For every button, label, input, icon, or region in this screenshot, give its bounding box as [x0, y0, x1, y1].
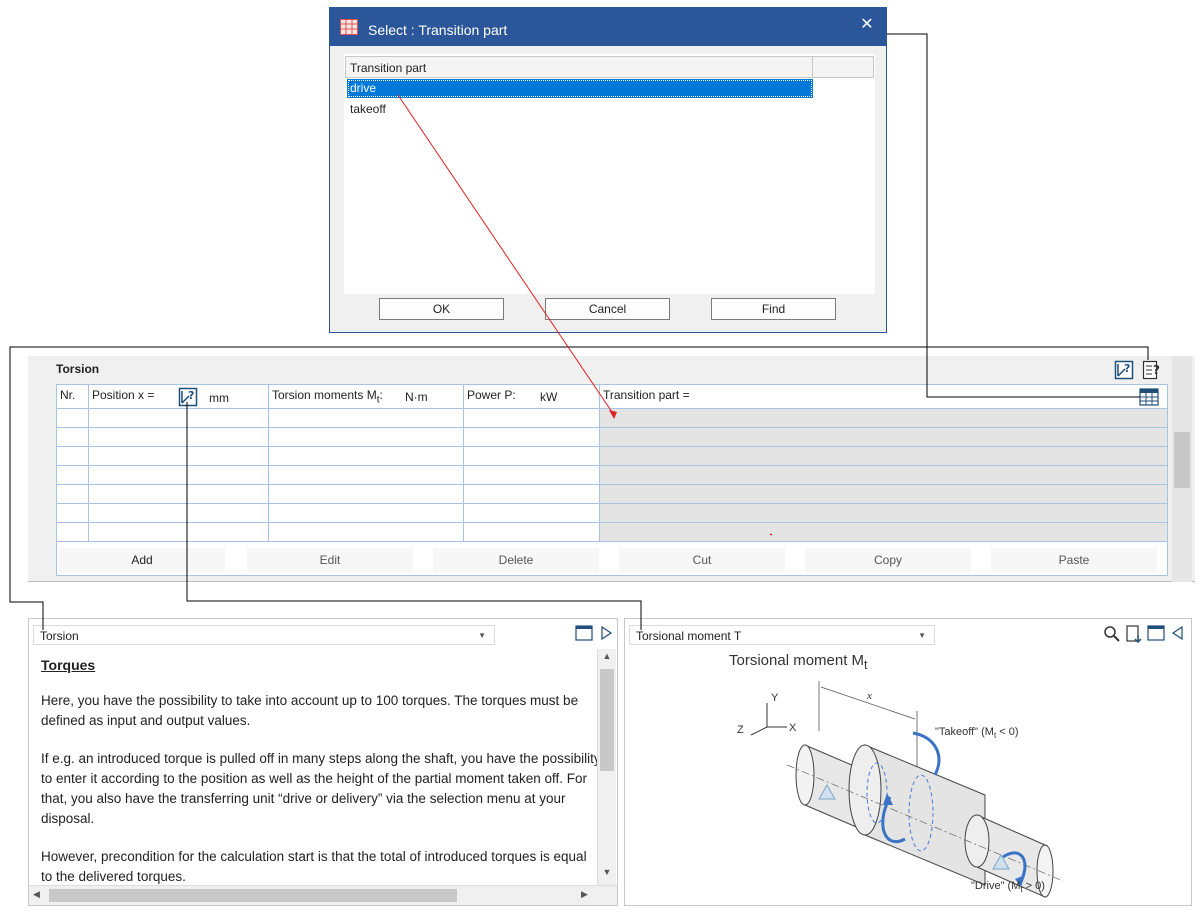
help-vertical-scrollbar[interactable]: ▲ ▼	[597, 649, 616, 885]
diagram-title: Torsional moment Mt	[729, 652, 868, 672]
moments-label: Torsion moments M	[272, 388, 377, 402]
document-help-icon[interactable]: ?	[1142, 360, 1162, 380]
edit-button[interactable]: Edit	[247, 548, 413, 572]
list-item-drive[interactable]: drive	[347, 79, 813, 98]
torsion-panel: Torsion ? ? Nr. Position x = mm ? Torsio…	[28, 356, 1195, 582]
chevron-down-icon: ▼	[918, 631, 926, 640]
panel-scrollbar-thumb[interactable]	[1174, 432, 1190, 488]
list-item-takeoff[interactable]: takeoff	[347, 100, 813, 119]
help-text: Torques Here, you have the possibility t…	[41, 655, 601, 887]
table-row[interactable]	[57, 523, 1167, 542]
table-row[interactable]	[57, 485, 1167, 504]
table-button-bar: Add Edit Delete Cut Copy Paste	[56, 542, 1168, 576]
svg-text:?: ?	[188, 389, 194, 402]
chevron-down-icon: ▼	[478, 631, 486, 640]
axis-x-label: X	[789, 722, 797, 734]
window-icon[interactable]	[1147, 625, 1165, 641]
table-row[interactable]	[57, 409, 1167, 428]
axis-y-label: Y	[771, 692, 779, 704]
column-header-transition-part: Transition part =	[600, 385, 1167, 409]
shaft-torsion-diagram: Y X Z x "Takeoff" (Mt < 0) "Drive" (Mt >…	[737, 681, 1064, 898]
column-header-nr: Nr.	[57, 385, 89, 409]
document-export-icon[interactable]	[1125, 625, 1143, 643]
input-help-icon[interactable]: ?	[178, 387, 198, 407]
takeoff-label-condition: < 0)	[996, 726, 1018, 738]
scroll-right-icon[interactable]: ▶	[581, 889, 588, 900]
copy-button[interactable]: Copy	[805, 548, 971, 572]
cancel-button[interactable]: Cancel	[545, 298, 670, 320]
column-header-torsion-moments: Torsion moments Mt: N·m	[269, 385, 464, 409]
graphic-topic-value: Torsional moment T	[636, 629, 742, 643]
help-heading: Torques	[41, 657, 96, 673]
position-label: Position x =	[92, 388, 155, 402]
dialog-title: Select : Transition part	[368, 22, 508, 38]
help-paragraph: Here, you have the possibility to take i…	[41, 693, 579, 728]
help-horizontal-scrollbar[interactable]: ◀ ▶	[29, 885, 617, 905]
add-button[interactable]: Add	[59, 548, 225, 572]
scroll-left-icon[interactable]: ◀	[33, 889, 40, 900]
dimension-x-label: x	[866, 690, 872, 702]
cut-button[interactable]: Cut	[619, 548, 785, 572]
table-row[interactable]	[57, 504, 1167, 523]
find-button[interactable]: Find	[711, 298, 836, 320]
help-paragraph: If e.g. an introduced torque is pulled o…	[41, 751, 601, 826]
table-row[interactable]	[57, 466, 1167, 485]
column-header-filler	[813, 56, 874, 78]
transition-part-list: Transition part drive takeoff	[344, 54, 875, 294]
play-right-icon[interactable]	[599, 625, 613, 641]
graphic-pane: Torsional moment T ▼ Torsional moment Mt…	[624, 618, 1192, 906]
help-topic-select[interactable]: Torsion ▼	[33, 625, 495, 645]
moments-colon: :	[379, 388, 383, 402]
table-row[interactable]	[57, 428, 1167, 447]
ok-button[interactable]: OK	[379, 298, 504, 320]
diagram-title-text: Torsional moment M	[729, 652, 865, 669]
paste-button[interactable]: Paste	[991, 548, 1157, 572]
table-select-icon[interactable]	[1139, 388, 1159, 406]
axis-z-label: Z	[737, 724, 744, 736]
table-row[interactable]	[57, 447, 1167, 466]
moments-unit: N·m	[405, 390, 428, 404]
select-transition-dialog: Select : Transition part ✕ Transition pa…	[329, 7, 887, 333]
diagram-title-subscript: t	[864, 658, 868, 672]
torsion-section-title: Torsion	[56, 362, 100, 376]
help-horizontal-scroll-thumb[interactable]	[49, 889, 457, 902]
help-pane: Torsion ▼ Torques Here, you have the pos…	[28, 618, 618, 906]
window-icon[interactable]	[575, 625, 593, 641]
dialog-titlebar: Select : Transition part ✕	[330, 8, 886, 46]
scroll-down-icon[interactable]: ▼	[600, 867, 614, 881]
help-topic-value: Torsion	[40, 629, 79, 643]
scroll-up-icon[interactable]: ▲	[600, 651, 614, 665]
takeoff-label-text: "Takeoff" (M	[935, 726, 994, 738]
play-left-icon[interactable]	[1171, 625, 1185, 641]
power-label: Power P:	[467, 388, 516, 402]
delete-button[interactable]: Delete	[433, 548, 599, 572]
graphic-topic-select[interactable]: Torsional moment T ▼	[629, 625, 935, 645]
help-vertical-scroll-thumb[interactable]	[600, 669, 614, 771]
position-unit: mm	[209, 391, 229, 405]
drive-label-text: "Drive" (M	[971, 880, 1020, 892]
drive-label: "Drive" (Mt > 0)	[971, 880, 1045, 894]
help-paragraph: However, precondition for the calculatio…	[41, 849, 587, 884]
column-header-transition-part[interactable]: Transition part	[345, 56, 813, 78]
svg-text:?: ?	[1153, 363, 1160, 377]
column-header-power: Power P: kW	[464, 385, 600, 409]
table-app-icon	[340, 19, 358, 35]
torsion-table: Nr. Position x = mm ? Torsion moments Mt…	[56, 384, 1168, 542]
zoom-icon[interactable]	[1103, 625, 1121, 643]
takeoff-label: "Takeoff" (Mt < 0)	[935, 726, 1019, 740]
svg-text:?: ?	[1124, 362, 1130, 375]
input-help-icon[interactable]: ?	[1114, 360, 1134, 380]
drive-label-condition: > 0)	[1023, 880, 1045, 892]
power-unit: kW	[540, 390, 558, 404]
close-icon[interactable]: ✕	[856, 14, 878, 36]
